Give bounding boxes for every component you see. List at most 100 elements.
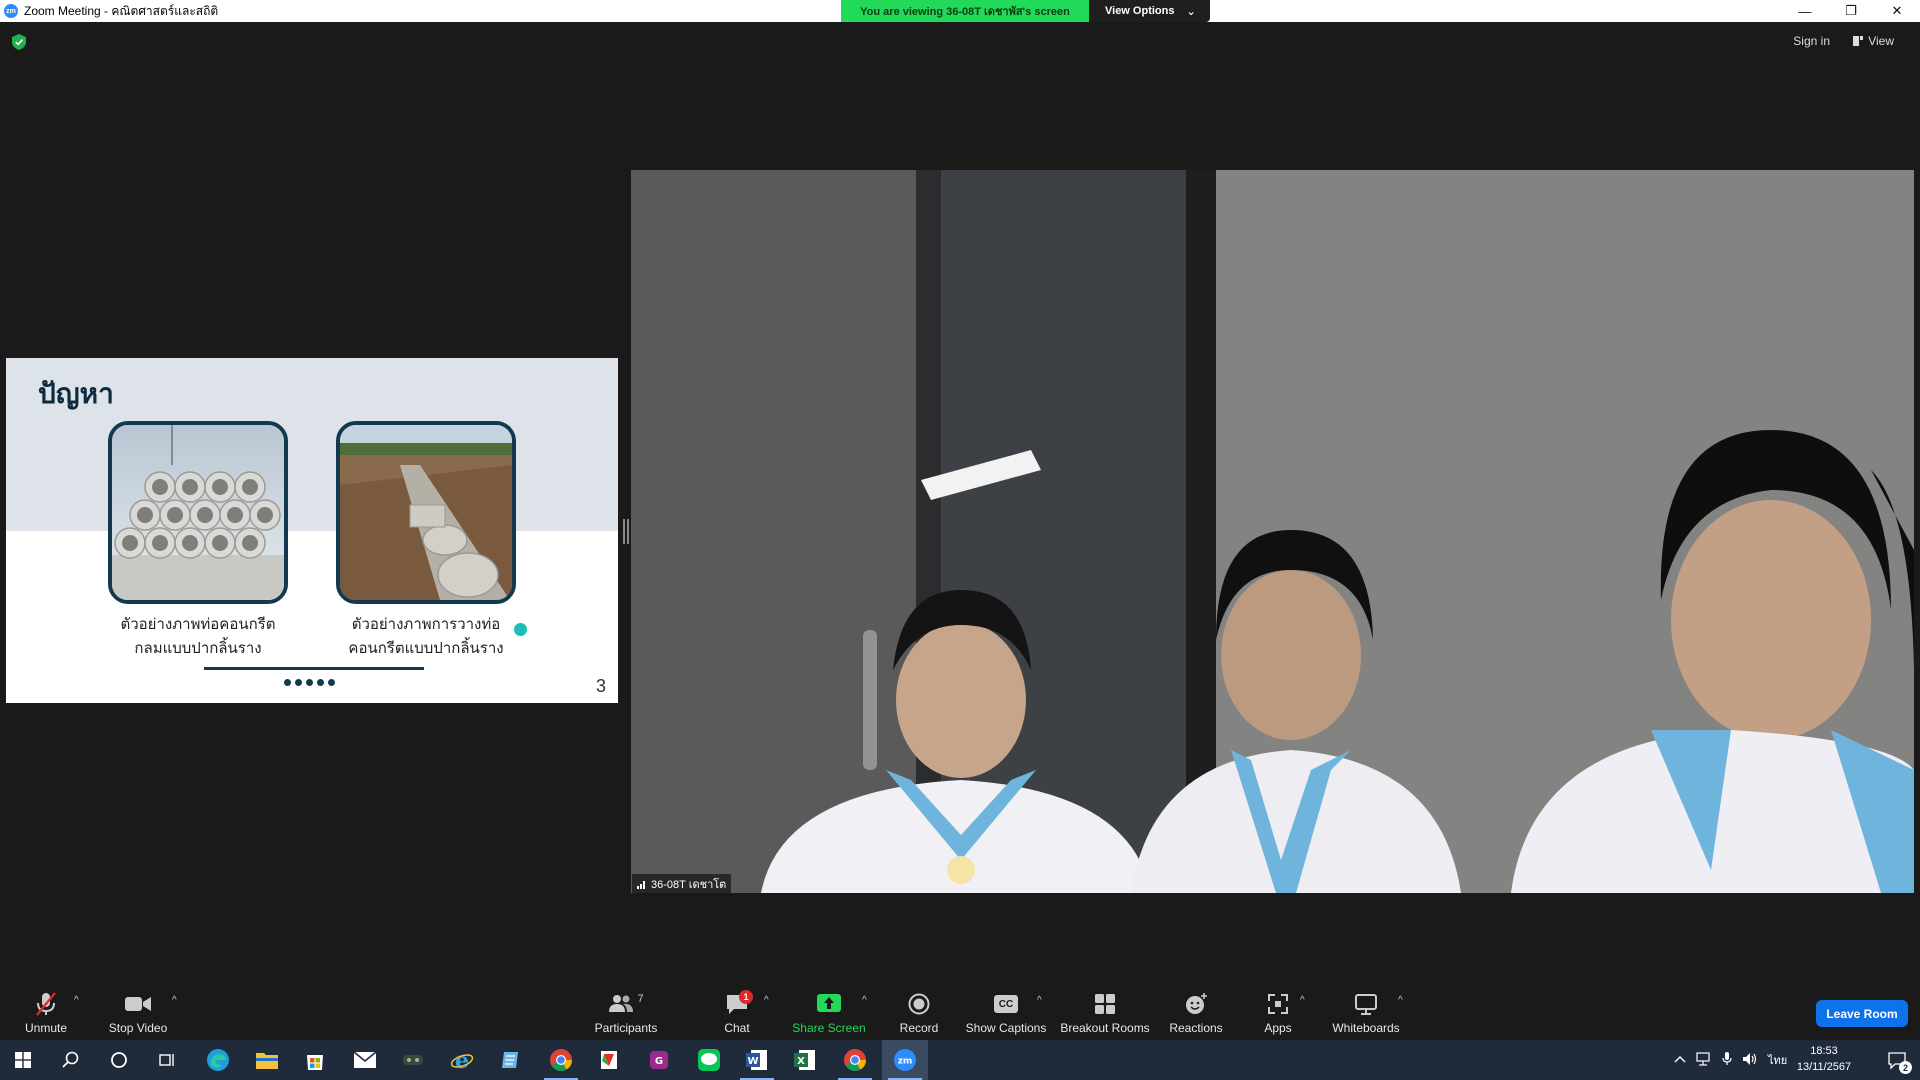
microphone-tray-icon[interactable] (1722, 1051, 1732, 1069)
record-button[interactable]: Record (894, 975, 944, 1040)
restore-button[interactable]: ❐ (1828, 0, 1874, 22)
excel-app-icon[interactable]: X (782, 1040, 828, 1080)
task-view-icon[interactable] (144, 1040, 190, 1080)
breakout-rooms-label: Breakout Rooms (1060, 1021, 1150, 1035)
pipe-laying-photo (336, 421, 516, 604)
show-captions-label: Show Captions (965, 1021, 1047, 1035)
whiteboards-button[interactable]: Whiteboards (1330, 975, 1402, 1040)
leave-room-button[interactable]: Leave Room (1816, 1000, 1908, 1027)
apps-icon (1263, 989, 1293, 1019)
svg-text:G: G (655, 1056, 663, 1067)
cortana-icon[interactable] (96, 1040, 142, 1080)
apps-button[interactable]: Apps (1262, 975, 1294, 1040)
clock-time: 18:53 (1810, 1045, 1838, 1057)
clock-date: 13/11/2567 (1796, 1061, 1852, 1073)
word-app-icon[interactable]: W (734, 1040, 780, 1080)
video-options-caret[interactable]: ^ (172, 995, 177, 1006)
whiteboard-icon (1351, 989, 1381, 1019)
breakout-rooms-icon (1090, 989, 1120, 1019)
action-center-icon[interactable]: 2 (1874, 1040, 1920, 1080)
stop-video-button[interactable]: Stop Video (106, 975, 170, 1040)
minimize-button[interactable]: — (1782, 0, 1828, 22)
edge-browser-icon[interactable] (195, 1040, 241, 1080)
taskbar-clock[interactable]: 18:53 13/11/2567 (1784, 1043, 1864, 1075)
participants-icon: 7 (604, 989, 648, 1019)
view-button[interactable]: View (1853, 34, 1894, 48)
breakout-rooms-button[interactable]: Breakout Rooms (1060, 975, 1150, 1040)
closed-captions-icon: CC (991, 989, 1021, 1019)
participant-name-label: 36-08T เดชาโต (632, 874, 732, 893)
caption1-line1: ตัวอย่างภาพท่อคอนกรีต (120, 615, 276, 633)
sign-in-link[interactable]: Sign in (1793, 34, 1830, 48)
internet-explorer-icon[interactable]: e (439, 1040, 485, 1080)
line-app-icon[interactable] (686, 1040, 732, 1080)
participant-name: 36-08T เดชาโต (651, 878, 727, 891)
close-button[interactable]: ✕ (1874, 0, 1920, 22)
view-label: View (1868, 34, 1894, 48)
windows-start-icon[interactable] (0, 1040, 46, 1080)
caption1-line2: กลมแบบปากลิ้นราง (134, 639, 262, 657)
audio-options-caret[interactable]: ^ (74, 995, 79, 1006)
slide-title: ปัญหา (38, 377, 114, 410)
windows-taskbar: e G W X zm ไทย 18:53 13/11/2567 2 (0, 1040, 1920, 1080)
zoom-logo-icon: zm (4, 4, 18, 18)
notepad-app-icon[interactable] (488, 1040, 534, 1080)
participants-button[interactable]: 7 Participants (594, 975, 658, 1040)
record-label: Record (899, 1021, 939, 1035)
svg-text:zm: zm (898, 1057, 913, 1067)
unmute-label: Unmute (24, 1021, 68, 1035)
apps-options-caret[interactable]: ^ (1300, 995, 1305, 1006)
mail-icon[interactable] (342, 1040, 388, 1080)
encryption-shield-icon[interactable] (12, 34, 26, 50)
caption2-line2: คอนกรีตแบบปากลิ้นราง (348, 639, 504, 657)
show-captions-button[interactable]: CC Show Captions (962, 975, 1050, 1040)
slide-divider-line (204, 667, 424, 670)
window-title: Zoom Meeting - คณิตศาสตร์และสถิติ (24, 3, 219, 18)
caption-concrete-pipe: ตัวอย่างภาพท่อคอนกรีต กลมแบบปากลิ้นราง (88, 612, 308, 660)
unmute-button[interactable]: Unmute (18, 975, 74, 1040)
stop-video-label: Stop Video (108, 1021, 168, 1035)
game-app-icon[interactable] (390, 1040, 436, 1080)
svg-text:e: e (455, 1048, 469, 1072)
participant-video[interactable] (631, 170, 1914, 893)
share-screen-button[interactable]: Share Screen (788, 975, 870, 1040)
view-options-label: View Options (1105, 5, 1175, 17)
captions-options-caret[interactable]: ^ (1037, 995, 1042, 1006)
pdf-app-icon[interactable]: G (636, 1040, 682, 1080)
whiteboards-label: Whiteboards (1332, 1021, 1400, 1035)
microsoft-store-icon[interactable] (292, 1040, 338, 1080)
caption-pipe-laying: ตัวอย่างภาพการวางท่อ คอนกรีตแบบปากลิ้นรา… (316, 612, 536, 660)
panel-resize-handle[interactable] (623, 519, 625, 544)
share-screen-icon (814, 989, 844, 1019)
show-hidden-icons-icon[interactable] (1674, 1054, 1686, 1067)
office-app-icon[interactable] (586, 1040, 632, 1080)
network-icon[interactable] (1696, 1051, 1712, 1069)
whiteboard-options-caret[interactable]: ^ (1398, 995, 1403, 1006)
zoom-app-icon[interactable]: zm (882, 1040, 928, 1080)
participants-label: Participants (594, 1021, 658, 1035)
view-options-button[interactable]: View Options ⌄ (1089, 0, 1210, 22)
panel-resize-handle-line[interactable] (627, 519, 629, 544)
signal-strength-icon (637, 880, 645, 889)
chrome-profile-icon[interactable] (832, 1040, 878, 1080)
muted-microphone-icon (31, 989, 61, 1019)
system-tray: ไทย (1674, 1040, 1787, 1080)
chat-options-caret[interactable]: ^ (764, 995, 769, 1006)
share-screen-label: Share Screen (792, 1021, 866, 1035)
reactions-button[interactable]: Reactions (1168, 975, 1224, 1040)
search-icon[interactable] (48, 1040, 94, 1080)
screen-share-banner: You are viewing 36-08T เดชาพัส's screen … (841, 0, 1210, 22)
svg-text:W: W (747, 1056, 758, 1067)
volume-icon[interactable] (1742, 1052, 1758, 1069)
svg-text:X: X (797, 1056, 805, 1067)
file-explorer-icon[interactable] (244, 1040, 290, 1080)
notification-count-badge: 2 (1899, 1061, 1912, 1074)
chrome-browser-icon[interactable] (538, 1040, 584, 1080)
chat-button[interactable]: 1 Chat (713, 975, 761, 1040)
share-options-caret[interactable]: ^ (862, 995, 867, 1006)
meeting-toolbar: Unmute ^ Stop Video ^ 7 Participants 1 C… (0, 975, 1920, 1040)
reactions-label: Reactions (1169, 1021, 1223, 1035)
record-icon (904, 989, 934, 1019)
caption2-line1: ตัวอย่างภาพการวางท่อ (351, 615, 501, 633)
chat-label: Chat (724, 1021, 750, 1035)
